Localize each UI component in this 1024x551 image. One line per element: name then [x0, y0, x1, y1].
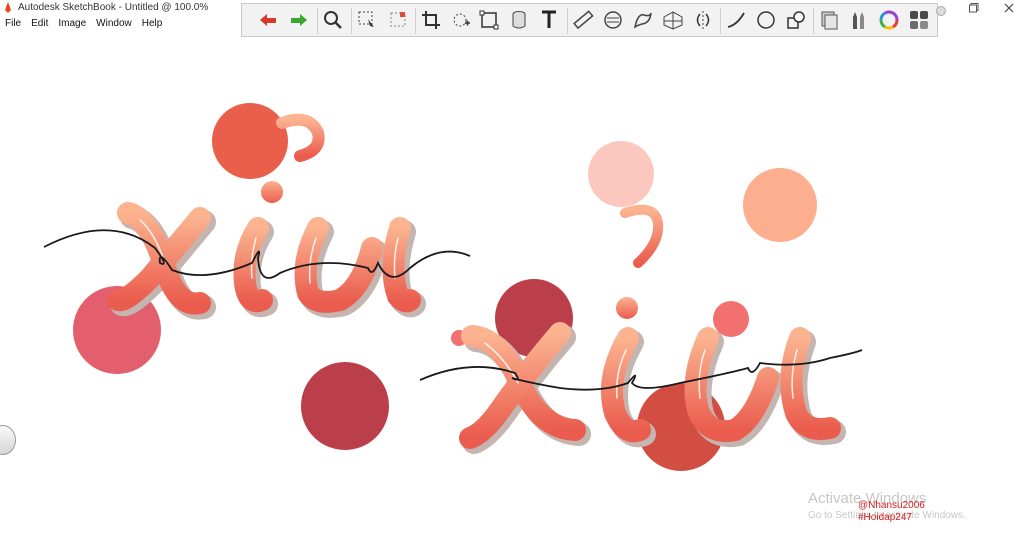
copic-icon[interactable] — [845, 6, 873, 34]
toolbar — [241, 3, 946, 37]
menu-window[interactable]: Window — [91, 16, 137, 32]
signature-hashtag: #Hoidap247 — [858, 512, 912, 523]
select-icon[interactable] — [353, 6, 381, 34]
crop-icon[interactable] — [417, 6, 445, 34]
french-curve-icon[interactable] — [629, 6, 657, 34]
sketchbook-logo-icon — [5, 2, 11, 13]
menu-edit[interactable]: Edit — [26, 16, 53, 32]
menu-help[interactable]: Help — [137, 16, 168, 32]
restore-icon[interactable] — [969, 3, 979, 13]
ellipse-guide-icon[interactable] — [599, 6, 627, 34]
stroke-icon[interactable] — [722, 6, 750, 34]
ellipse-tool-icon[interactable] — [752, 6, 780, 34]
layers-icon[interactable] — [815, 6, 843, 34]
close-icon[interactable] — [1003, 2, 1015, 14]
signature: @Nhansu2006 #Hoidap247 — [858, 500, 925, 524]
coral-dot — [212, 103, 288, 179]
menu-image[interactable]: Image — [53, 16, 91, 32]
signature-handle: @Nhansu2006 — [858, 500, 925, 511]
undo-icon[interactable] — [254, 6, 282, 34]
color-wheel-icon[interactable] — [875, 6, 903, 34]
salmon-dot — [713, 301, 749, 337]
peach-dot — [743, 168, 817, 242]
drawing-canvas[interactable]: xiu xiu — [0, 38, 1024, 546]
redo-icon[interactable] — [285, 6, 313, 34]
artwork — [43, 103, 863, 471]
distort-icon[interactable] — [475, 6, 503, 34]
zoom-icon[interactable] — [319, 6, 347, 34]
symmetry-icon[interactable] — [689, 6, 717, 34]
wine-dot-left — [301, 362, 389, 450]
menu-bar: File Edit Image Window Help — [0, 16, 167, 32]
transform-icon[interactable] — [447, 6, 475, 34]
pink-dot — [588, 141, 654, 207]
text-icon[interactable] — [535, 6, 563, 34]
perspective-icon[interactable] — [505, 6, 533, 34]
menu-file[interactable]: File — [0, 16, 26, 32]
marquee-icon[interactable] — [384, 6, 412, 34]
toolbar-handle[interactable] — [936, 6, 946, 16]
perspective-grid-icon[interactable] — [659, 6, 687, 34]
window-title: Autodesk SketchBook - Untitled @ 100.0% — [18, 2, 209, 13]
palette-icon[interactable] — [905, 6, 933, 34]
shape-icon[interactable] — [782, 6, 810, 34]
ruler-icon[interactable] — [569, 6, 597, 34]
